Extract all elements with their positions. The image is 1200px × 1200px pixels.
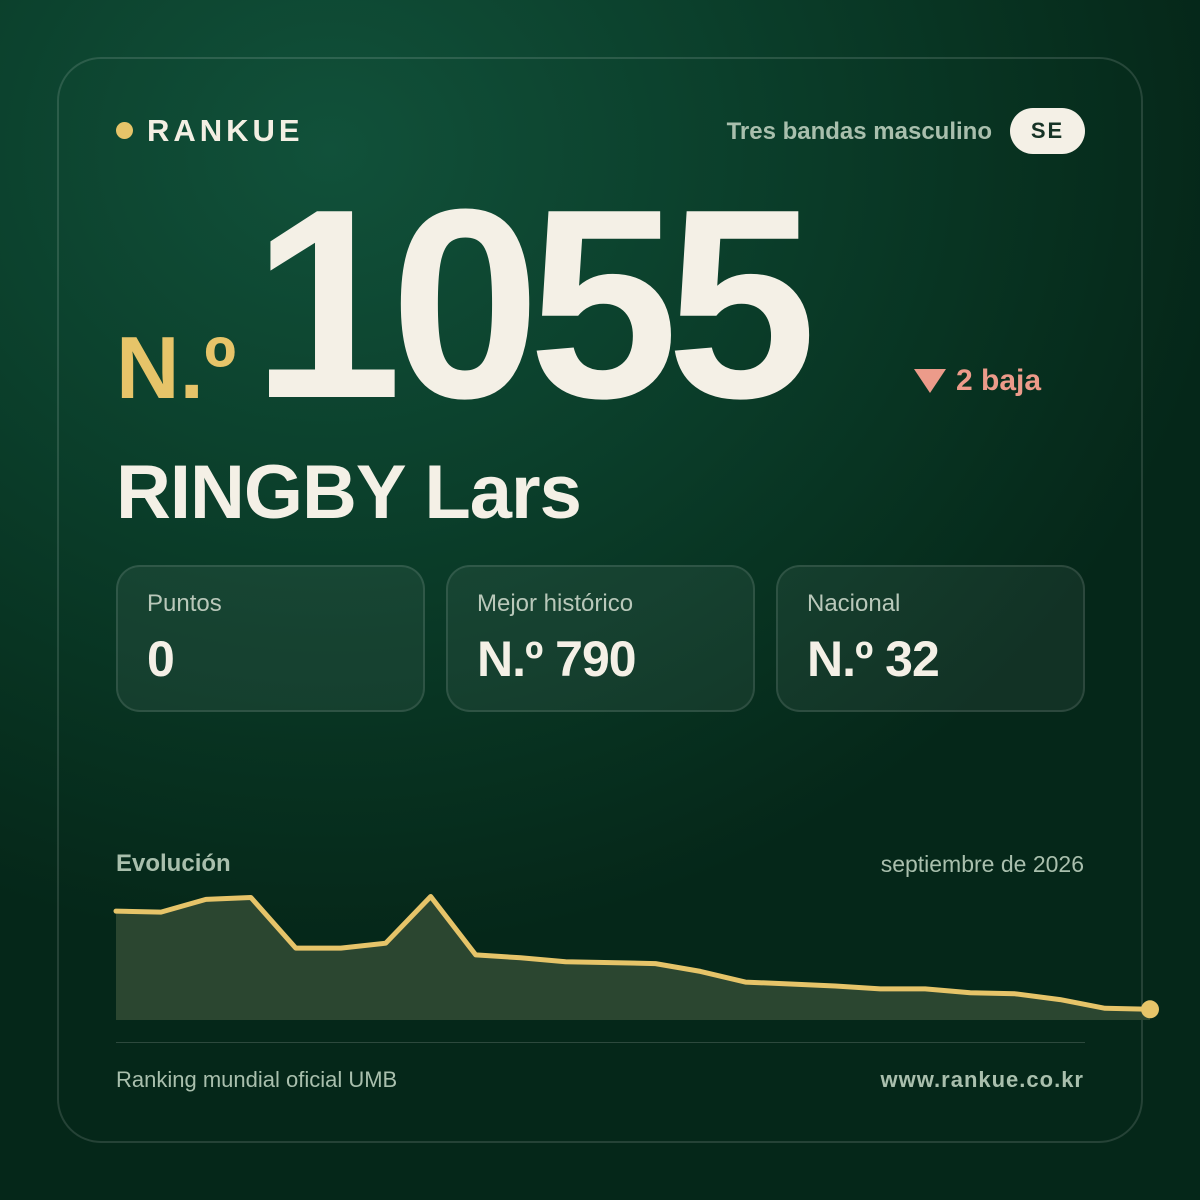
stat-card-best-rank: Mejor histórico N.º 790	[446, 565, 755, 712]
rank-trend-text: 2 baja	[956, 364, 1042, 397]
stat-value: N.º 790	[477, 631, 637, 687]
stat-label: Mejor histórico	[477, 590, 634, 617]
brand-dot-icon	[116, 122, 133, 139]
rank-number: 1055	[252, 154, 817, 455]
brand-logo: RANKUE	[147, 113, 304, 148]
stat-label: Puntos	[147, 590, 222, 617]
footer-source: Ranking mundial oficial UMB	[116, 1067, 398, 1092]
chart-title: Evolución	[116, 850, 231, 877]
chart-date: septiembre de 2026	[880, 851, 1084, 877]
rank-prefix: N.º	[116, 318, 237, 417]
stat-label: Nacional	[807, 590, 901, 617]
stat-card-national: Nacional N.º 32	[776, 565, 1085, 712]
country-badge: SE	[1010, 108, 1085, 154]
stat-value: N.º 32	[807, 631, 940, 687]
triangle-down-icon	[914, 369, 946, 393]
stat-card-points: Puntos 0	[116, 565, 425, 712]
website-link[interactable]: www.rankue.co.kr	[881, 1066, 1084, 1094]
footer-divider	[116, 1042, 1085, 1043]
player-name: RINGBY Lars	[116, 450, 582, 535]
stat-value: 0	[147, 631, 175, 687]
chart-last-point	[1141, 1000, 1159, 1019]
rank-trend: 2 baja	[914, 363, 1041, 399]
category-label: Tres bandas masculino	[726, 118, 992, 145]
